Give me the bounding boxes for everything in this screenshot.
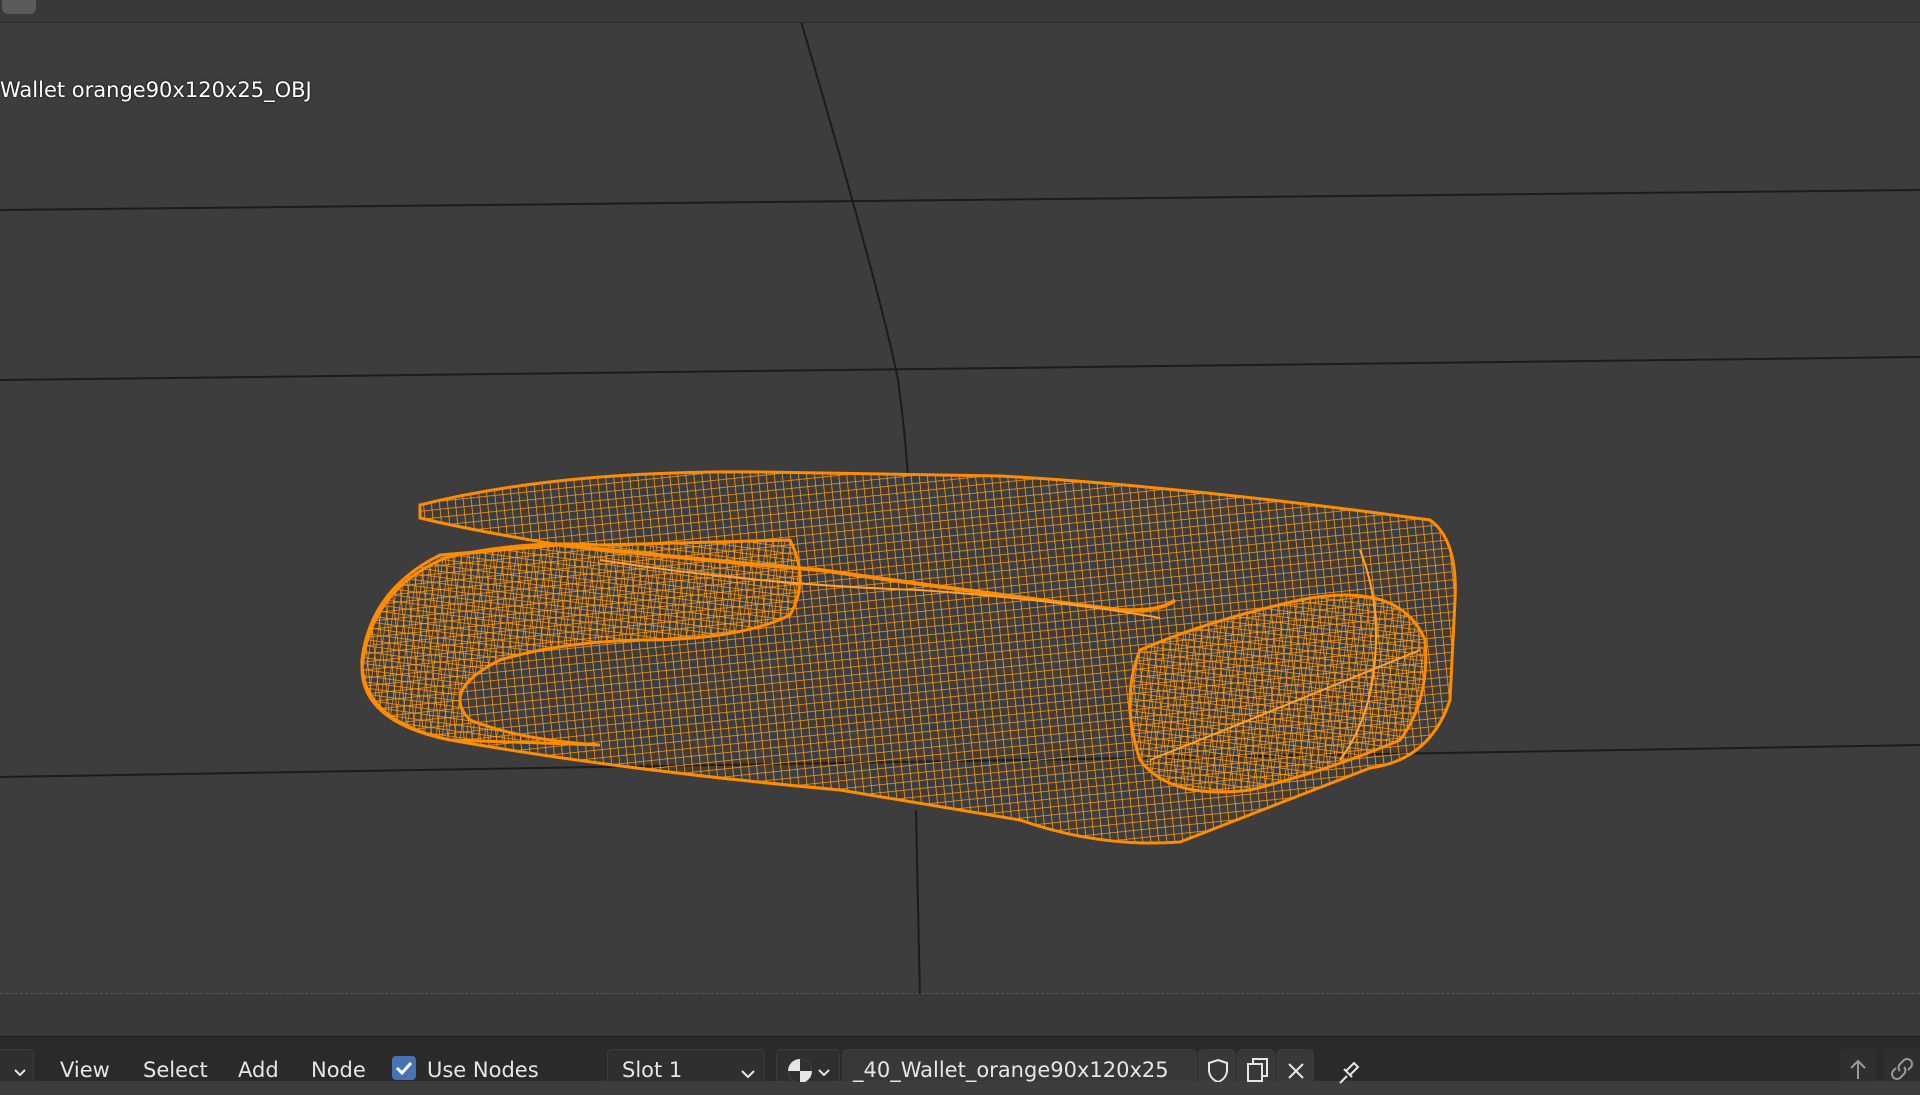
chevron-down-icon [14,1069,26,1077]
chevron-down-icon [741,1070,755,1079]
link-icon [1891,1058,1913,1080]
3d-viewport[interactable]: Wallet orange90x120x25_OBJ [0,0,1920,1000]
active-object-name: Wallet orange90x120x25_OBJ [0,78,312,102]
viewport-lower-region [0,994,1920,1036]
unlink-material-button[interactable] [1276,1049,1314,1081]
link-button[interactable] [1884,1049,1920,1081]
arrow-up-icon [1850,1059,1866,1079]
menu-view[interactable]: View [60,1049,110,1082]
menu-add[interactable]: Add [238,1049,279,1082]
wallet-mesh [360,470,1457,845]
material-sphere-icon [788,1059,830,1083]
slot-value: Slot 1 [622,1058,683,1082]
shield-icon [1208,1058,1228,1084]
area-corner-widget[interactable] [2,0,36,14]
parent-tree-button[interactable] [1840,1049,1876,1081]
use-nodes-label[interactable]: Use Nodes [427,1049,539,1082]
material-name-field[interactable]: _40_Wallet_orange90x120x25 [842,1049,1197,1082]
close-icon [1288,1063,1304,1079]
fake-user-button[interactable] [1198,1049,1236,1084]
pin-button[interactable] [1330,1049,1368,1084]
menu-node[interactable]: Node [311,1049,366,1082]
duplicate-icon [1247,1058,1268,1082]
editor-type-dropdown[interactable] [0,1049,34,1081]
slot-dropdown[interactable]: Slot 1 [607,1049,765,1082]
viewport-canvas [0,17,1920,1000]
material-name: _40_Wallet_orange90x120x25 [853,1058,1169,1082]
pin-icon [1339,1061,1360,1084]
node-editor-header: View Select Add Node Use Nodes Slot 1 _4… [0,1036,1920,1084]
material-browse-button[interactable] [776,1049,840,1083]
duplicate-material-button[interactable] [1237,1049,1275,1082]
checkmark-icon [395,1061,413,1076]
viewport-top-strip [0,0,1920,23]
use-nodes-checkbox[interactable] [392,1056,416,1080]
menu-select[interactable]: Select [143,1049,208,1082]
